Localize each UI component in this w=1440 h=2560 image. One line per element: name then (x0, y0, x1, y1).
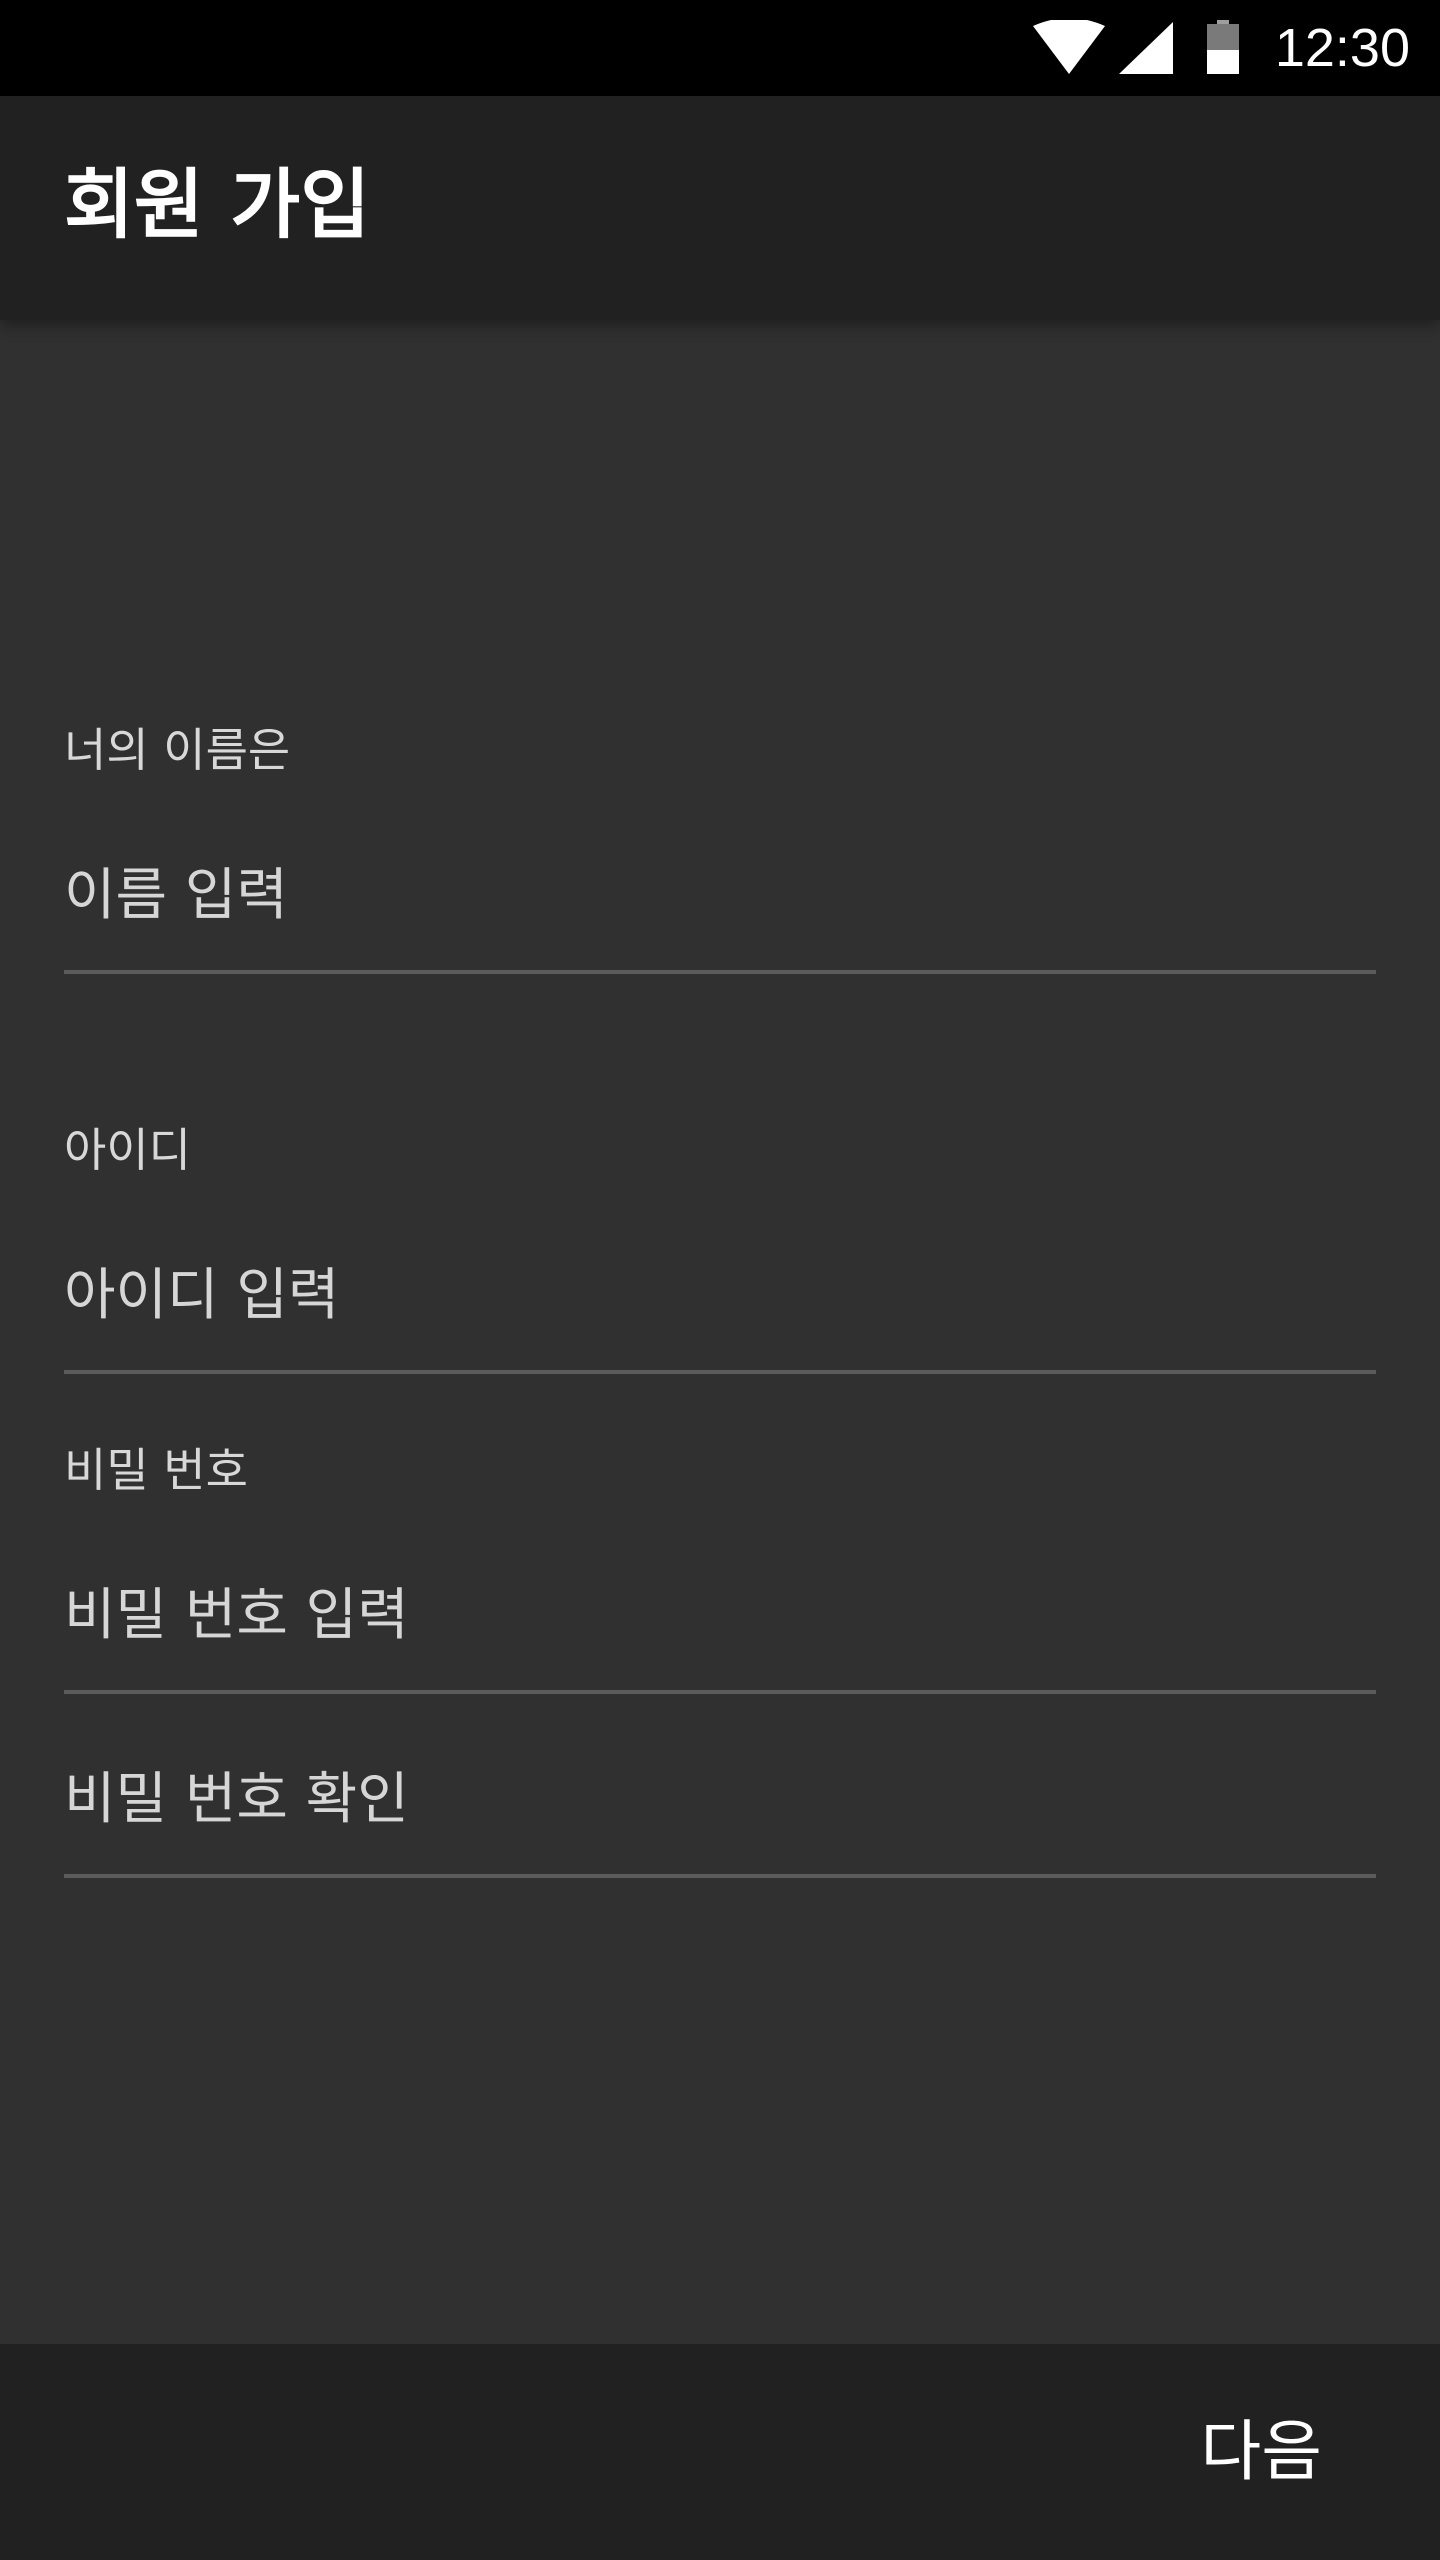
name-label: 너의 이름은 (64, 723, 291, 777)
page-title: 회원 가입 (64, 160, 371, 249)
id-label: 아이디 (64, 1123, 191, 1177)
password-underline (64, 1690, 1376, 1694)
app-bar: 회원 가입 (0, 96, 1440, 320)
id-underline (64, 1370, 1376, 1374)
signal-icon (1118, 20, 1175, 76)
name-input[interactable] (64, 860, 1376, 930)
status-time: 12:30 (1274, 18, 1410, 78)
password-input[interactable] (64, 1580, 1376, 1650)
password-label: 비밀 번호 (64, 1443, 248, 1497)
password-confirm-underline (64, 1874, 1376, 1878)
bottom-bar: 다음 (0, 2344, 1440, 2560)
password-confirm-input[interactable] (64, 1764, 1376, 1834)
status-bar: 12:30 (0, 0, 1440, 96)
status-icons: 12:30 (1032, 0, 1410, 96)
battery-icon (1206, 20, 1239, 76)
wifi-icon (1032, 20, 1105, 76)
next-button[interactable]: 다음 (1201, 2410, 1322, 2494)
signup-form: 너의 이름은 아이디 비밀 번호 (0, 320, 1440, 2344)
id-input[interactable] (64, 1260, 1376, 1330)
name-underline (64, 970, 1376, 974)
